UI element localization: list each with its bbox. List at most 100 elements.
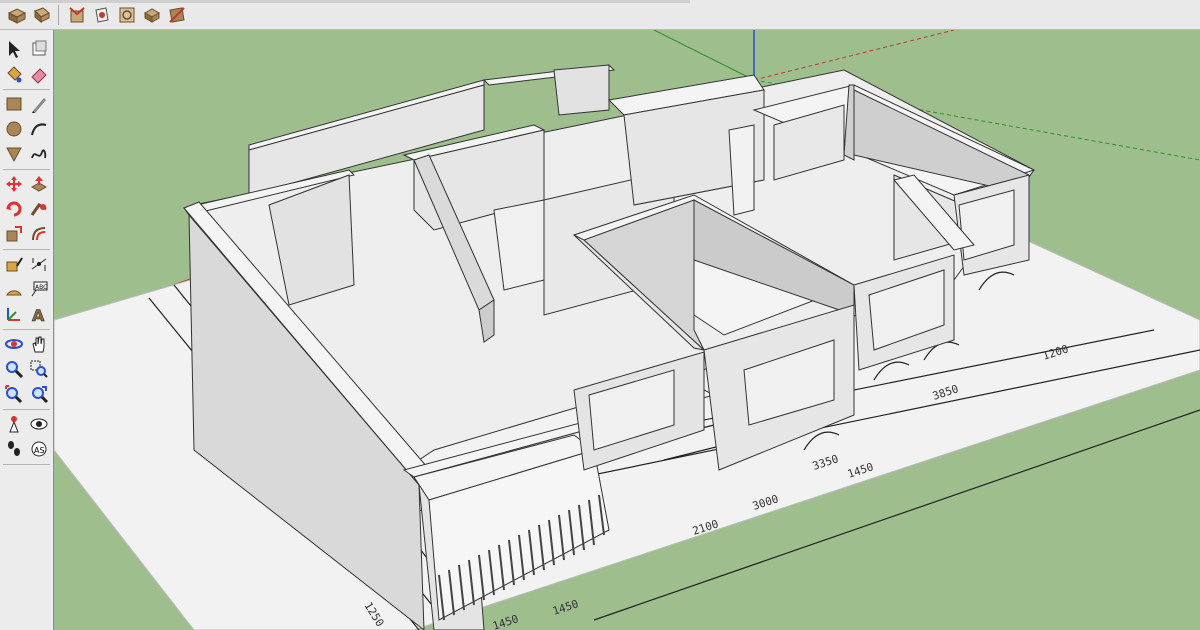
iso-view-button[interactable] <box>6 4 28 26</box>
scale-tool[interactable] <box>3 223 25 245</box>
move-icon <box>6 176 22 192</box>
select-arrow-icon <box>9 41 20 58</box>
rectangle-tool[interactable] <box>3 93 25 115</box>
previous-view-tool[interactable] <box>28 383 50 405</box>
zoom-extents-tool[interactable] <box>3 383 25 405</box>
follow-me-tool[interactable] <box>28 198 50 220</box>
svg-text:A: A <box>32 306 45 324</box>
text-label-icon: ABC <box>31 281 48 297</box>
left-view-button[interactable] <box>141 4 163 26</box>
polygon-icon <box>6 147 22 163</box>
offset-tool[interactable] <box>28 223 50 245</box>
select-arrow-tool[interactable] <box>3 38 25 60</box>
push-pull-tool[interactable] <box>28 173 50 195</box>
section-plane-button[interactable] <box>166 4 188 26</box>
walk-tool[interactable] <box>3 438 25 460</box>
wall-face <box>553 64 610 116</box>
tape-measure-tool[interactable] <box>3 253 25 275</box>
door-opening[interactable] <box>728 124 755 216</box>
orbit-tool[interactable] <box>3 333 25 355</box>
3d-viewport[interactable]: 1500 3200 7800 1450 2100 3350 1450 3850 … <box>54 30 1200 630</box>
tape-measure-icon <box>6 257 23 272</box>
look-around-icon <box>30 418 48 430</box>
title-strip <box>0 0 690 3</box>
axes-icon <box>7 308 20 321</box>
push-pull-icon <box>30 176 48 192</box>
toolbar-separator <box>3 409 50 410</box>
move-tool[interactable] <box>3 173 25 195</box>
zoom-window-tool[interactable] <box>28 358 50 380</box>
toolbar-separator <box>3 329 50 330</box>
front-view-icon <box>69 7 85 23</box>
dimension-label: 1450 <box>491 612 520 630</box>
offset-icon <box>32 227 46 241</box>
arc-tool[interactable] <box>28 118 50 140</box>
toolbar-separator <box>3 464 50 465</box>
zoom-window-icon <box>30 360 48 378</box>
iso-view-icon <box>7 8 27 24</box>
make-component-icon <box>32 40 47 56</box>
standard-views-group-1 <box>6 4 53 27</box>
3d-text-icon: A <box>32 306 46 324</box>
toolbar-separator <box>3 169 50 170</box>
circle-tool[interactable] <box>3 118 25 140</box>
zoom-extents-icon <box>5 385 23 404</box>
front-view-button[interactable] <box>66 4 88 26</box>
top-toolbar <box>0 0 1200 30</box>
toolbar-separator <box>3 89 50 90</box>
left-view-icon <box>143 8 161 23</box>
rectangle-icon <box>6 97 22 111</box>
svg-text:ABC: ABC <box>35 284 47 291</box>
red-axis-dashed <box>753 30 955 81</box>
3d-text-tool[interactable]: A <box>28 303 50 325</box>
top-view-icon <box>34 7 50 24</box>
section-plane-tool-tool[interactable]: AS <box>28 438 50 460</box>
orbit-icon <box>5 339 23 349</box>
position-camera-icon <box>9 416 19 433</box>
section-plane-icon <box>169 7 185 23</box>
axes-tool[interactable] <box>3 303 25 325</box>
back-view-icon <box>119 7 135 23</box>
pan-hand-icon <box>32 336 45 353</box>
dimension-icon <box>31 258 47 271</box>
toolbar-separator <box>3 249 50 250</box>
rotate-tool[interactable] <box>3 198 25 220</box>
standard-views-group-2 <box>66 4 188 27</box>
arc-icon <box>31 123 47 136</box>
zoom-icon <box>6 361 24 379</box>
dimension-label: 1450 <box>551 597 580 618</box>
paint-bucket-icon <box>7 66 22 83</box>
rotate-icon <box>6 201 22 217</box>
line-pencil-icon <box>32 98 46 113</box>
walk-icon <box>8 441 20 456</box>
paint-bucket-tool[interactable] <box>3 63 25 85</box>
model-canvas[interactable]: 1500 3200 7800 1450 2100 3350 1450 3850 … <box>54 30 1200 630</box>
back-view-button[interactable] <box>116 4 138 26</box>
eraser-icon <box>31 68 47 84</box>
make-component-tool[interactable] <box>28 38 50 60</box>
top-view-button[interactable] <box>31 4 53 26</box>
toolbar-separator <box>58 5 59 25</box>
scale-icon <box>6 226 22 242</box>
position-camera-tool[interactable] <box>3 413 25 435</box>
svg-text:AS: AS <box>34 446 45 455</box>
freehand-tool[interactable] <box>28 143 50 165</box>
zoom-tool[interactable] <box>3 358 25 380</box>
right-view-icon <box>95 7 109 23</box>
look-around-tool[interactable] <box>28 413 50 435</box>
previous-view-icon <box>32 386 49 404</box>
line-pencil-tool[interactable] <box>28 93 50 115</box>
dimension-tool[interactable] <box>28 253 50 275</box>
green-axis <box>653 30 755 81</box>
protractor-icon <box>6 290 22 296</box>
pan-hand-tool[interactable] <box>28 333 50 355</box>
text-label-tool[interactable]: ABC <box>28 278 50 300</box>
polygon-tool[interactable] <box>3 143 25 165</box>
section-plane-tool-icon: AS <box>31 441 47 457</box>
freehand-icon <box>31 149 47 159</box>
right-view-button[interactable] <box>91 4 113 26</box>
follow-me-icon <box>30 203 47 216</box>
left-toolbar: ABC A AS <box>0 30 54 630</box>
protractor-tool[interactable] <box>3 278 25 300</box>
eraser-tool[interactable] <box>28 63 50 85</box>
